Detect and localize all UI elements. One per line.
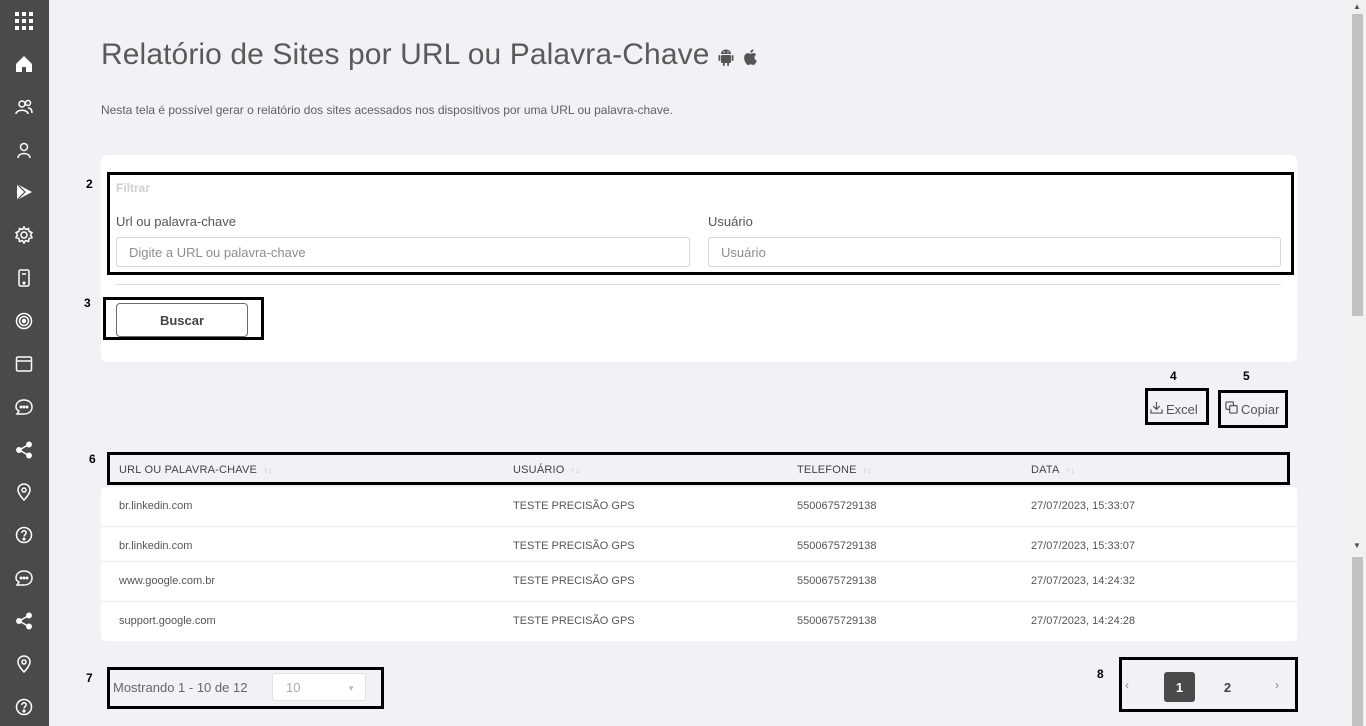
settings-icon[interactable] <box>12 223 36 247</box>
excel-export-button[interactable]: Excel <box>1150 396 1198 422</box>
home-icon[interactable] <box>12 52 36 76</box>
android-icon <box>716 47 736 67</box>
annotation-number-7: 7 <box>86 671 93 685</box>
cell-user: TESTE PRECISÃO GPS <box>513 615 635 627</box>
cell-url: support.google.com <box>119 615 216 627</box>
annotation-number-8: 8 <box>1097 667 1104 681</box>
row-divider <box>101 526 1297 527</box>
excel-label: Excel <box>1166 401 1198 417</box>
sort-icon[interactable]: ↑↓ <box>571 465 580 475</box>
page-button-1[interactable]: 1 <box>1164 672 1195 702</box>
cell-user: TESTE PRECISÃO GPS <box>513 575 635 587</box>
cell-date: 27/07/2023, 14:24:28 <box>1031 615 1135 627</box>
apple-icon <box>741 47 761 67</box>
column-header-url[interactable]: URL OU PALAVRA-CHAVE ↑↓ <box>119 464 272 476</box>
cell-date: 27/07/2023, 15:33:07 <box>1031 500 1135 512</box>
annotation-box-6 <box>107 452 1290 485</box>
scroll-thumb[interactable] <box>1352 14 1363 316</box>
column-header-user[interactable]: USUÁRIO ↑↓ <box>513 464 580 476</box>
annotation-number-5: 5 <box>1243 369 1250 383</box>
column-header-phone-label: TELEFONE <box>797 464 857 476</box>
row-divider <box>101 561 1297 562</box>
cell-user: TESTE PRECISÃO GPS <box>513 540 635 552</box>
annotation-box-3 <box>103 297 264 340</box>
row-divider <box>101 601 1297 602</box>
annotation-box-2 <box>107 172 1294 275</box>
chevron-down-icon: ▼ <box>347 684 355 693</box>
sort-icon[interactable]: ↑↓ <box>1066 465 1075 475</box>
annotation-number-6: 6 <box>89 452 96 466</box>
annotation-number-2: 2 <box>86 177 93 191</box>
share-icon-2[interactable] <box>12 609 36 633</box>
scroll-thumb-lower[interactable] <box>1352 557 1363 726</box>
device-icon[interactable] <box>12 266 36 290</box>
download-icon <box>1150 401 1163 417</box>
copy-icon <box>1225 401 1238 417</box>
cell-user: TESTE PRECISÃO GPS <box>513 500 635 512</box>
column-header-phone[interactable]: TELEFONE ↑↓ <box>797 464 872 476</box>
browser-icon[interactable] <box>12 352 36 376</box>
share-icon[interactable] <box>12 438 36 462</box>
cell-phone: 5500675729138 <box>797 540 877 552</box>
annotation-box-8 <box>1119 657 1298 712</box>
cell-url: www.google.com.br <box>119 575 215 587</box>
filter-divider <box>116 284 1281 285</box>
cell-date: 27/07/2023, 15:33:07 <box>1031 540 1135 552</box>
chat-icon-2[interactable] <box>12 566 36 590</box>
page-size-select[interactable]: 10 ▼ <box>272 673 366 701</box>
copy-button[interactable]: Copiar <box>1225 396 1279 422</box>
cell-phone: 5500675729138 <box>797 615 877 627</box>
play-store-icon[interactable] <box>12 180 36 204</box>
annotation-number-4: 4 <box>1170 369 1177 383</box>
column-header-date-label: DATA <box>1031 464 1060 476</box>
location-icon[interactable] <box>12 480 36 504</box>
help-icon[interactable] <box>12 523 36 547</box>
column-header-user-label: USUÁRIO <box>513 464 565 476</box>
next-page-button[interactable]: › <box>1275 678 1279 692</box>
page-button-2[interactable]: 2 <box>1212 672 1243 702</box>
cell-phone: 5500675729138 <box>797 500 877 512</box>
cell-phone: 5500675729138 <box>797 575 877 587</box>
column-header-url-label: URL OU PALAVRA-CHAVE <box>119 464 258 476</box>
apps-grid-icon[interactable] <box>12 9 36 33</box>
column-header-date[interactable]: DATA ↑↓ <box>1031 464 1075 476</box>
users-icon[interactable] <box>12 95 36 119</box>
scroll-down-arrow-icon[interactable]: ▼ <box>1353 541 1361 550</box>
prev-page-button[interactable]: ‹ <box>1125 678 1129 692</box>
sidebar <box>0 0 49 726</box>
copy-label: Copiar <box>1241 401 1280 417</box>
page-subtitle: Nesta tela é possível gerar o relatório … <box>101 103 673 117</box>
sort-icon[interactable]: ↑↓ <box>263 465 272 475</box>
annotation-number-3: 3 <box>84 296 91 310</box>
page-scrollbar[interactable]: ▲ ▼ <box>1349 0 1366 726</box>
page-size-value: 10 <box>286 680 301 695</box>
cell-date: 27/07/2023, 14:24:32 <box>1031 575 1135 587</box>
cell-url: br.linkedin.com <box>119 540 193 552</box>
page-title: Relatório de Sites por URL ou Palavra-Ch… <box>101 38 710 71</box>
location-icon-2[interactable] <box>12 652 36 676</box>
scroll-up-arrow-icon[interactable]: ▲ <box>1353 2 1361 11</box>
help-icon-2[interactable] <box>12 695 36 719</box>
target-icon[interactable] <box>12 309 36 333</box>
chat-icon[interactable] <box>12 395 36 419</box>
pagination-summary: Mostrando 1 - 10 de 12 <box>113 680 248 695</box>
cell-url: br.linkedin.com <box>119 500 193 512</box>
sort-icon[interactable]: ↑↓ <box>863 465 872 475</box>
user-icon[interactable] <box>12 138 36 162</box>
